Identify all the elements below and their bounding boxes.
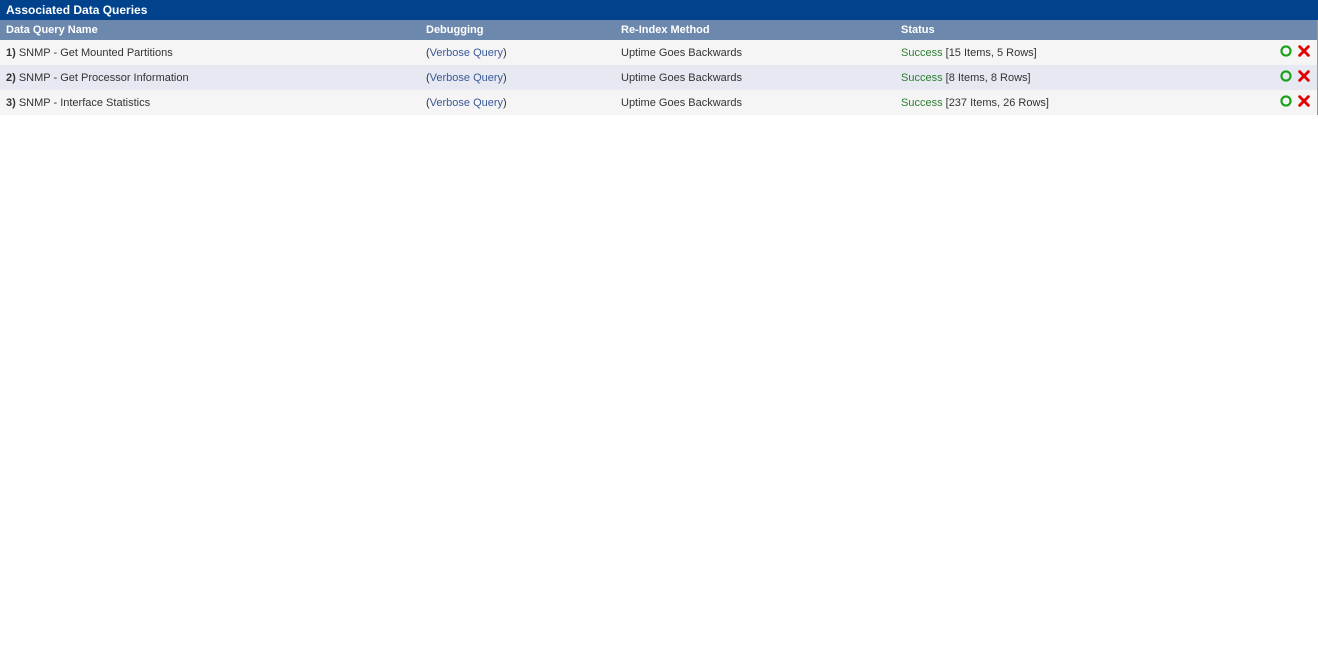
header-actions — [1273, 20, 1318, 40]
table-row: 3) SNMP - Interface Statistics(Verbose Q… — [0, 90, 1318, 115]
cell-name: 3) SNMP - Interface Statistics — [0, 90, 420, 115]
cell-actions — [1273, 65, 1318, 90]
cell-reindex: Uptime Goes Backwards — [615, 90, 895, 115]
status-label: Success — [901, 97, 943, 109]
reload-icon[interactable] — [1279, 69, 1293, 83]
cell-name: 2) SNMP - Get Processor Information — [0, 65, 420, 90]
query-name: SNMP - Interface Statistics — [16, 97, 150, 109]
verbose-query-link[interactable]: Verbose Query — [430, 97, 503, 109]
header-status: Status — [895, 20, 1273, 40]
data-queries-table: Data Query Name Debugging Re-Index Metho… — [0, 20, 1318, 115]
status-detail: [237 Items, 26 Rows] — [943, 97, 1049, 109]
table-row: 1) SNMP - Get Mounted Partitions(Verbose… — [0, 40, 1318, 65]
cell-debugging: (Verbose Query) — [420, 90, 615, 115]
cell-status: Success [237 Items, 26 Rows] — [895, 90, 1273, 115]
header-reindex: Re-Index Method — [615, 20, 895, 40]
row-number: 1) — [6, 47, 16, 59]
cell-debugging: (Verbose Query) — [420, 40, 615, 65]
reload-icon[interactable] — [1279, 94, 1293, 108]
status-detail: [15 Items, 5 Rows] — [943, 47, 1037, 59]
status-label: Success — [901, 72, 943, 84]
status-detail: [8 Items, 8 Rows] — [943, 72, 1031, 84]
delete-icon[interactable] — [1297, 94, 1311, 108]
status-label: Success — [901, 47, 943, 59]
cell-reindex: Uptime Goes Backwards — [615, 65, 895, 90]
reload-icon[interactable] — [1279, 44, 1293, 58]
panel-title: Associated Data Queries — [0, 0, 1318, 20]
row-number: 3) — [6, 97, 16, 109]
cell-status: Success [15 Items, 5 Rows] — [895, 40, 1273, 65]
delete-icon[interactable] — [1297, 44, 1311, 58]
cell-status: Success [8 Items, 8 Rows] — [895, 65, 1273, 90]
header-debugging: Debugging — [420, 20, 615, 40]
cell-debugging: (Verbose Query) — [420, 65, 615, 90]
cell-reindex: Uptime Goes Backwards — [615, 40, 895, 65]
delete-icon[interactable] — [1297, 69, 1311, 83]
cell-actions — [1273, 40, 1318, 65]
table-row: 2) SNMP - Get Processor Information(Verb… — [0, 65, 1318, 90]
header-name: Data Query Name — [0, 20, 420, 40]
query-name: SNMP - Get Mounted Partitions — [16, 47, 173, 59]
cell-actions — [1273, 90, 1318, 115]
row-number: 2) — [6, 72, 16, 84]
verbose-query-link[interactable]: Verbose Query — [430, 72, 503, 84]
verbose-query-link[interactable]: Verbose Query — [430, 47, 503, 59]
cell-name: 1) SNMP - Get Mounted Partitions — [0, 40, 420, 65]
table-header-row: Data Query Name Debugging Re-Index Metho… — [0, 20, 1318, 40]
query-name: SNMP - Get Processor Information — [16, 72, 189, 84]
